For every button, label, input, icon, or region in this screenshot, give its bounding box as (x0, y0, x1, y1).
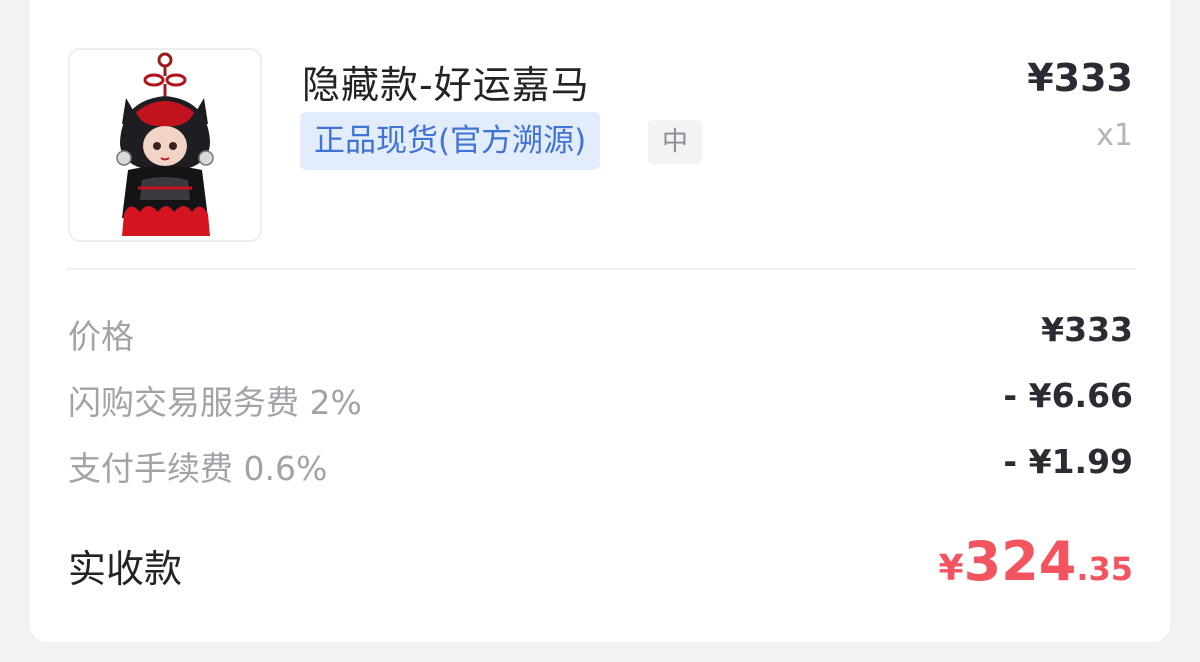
price-value: ¥333 (1041, 310, 1133, 349)
payment-fee-label: 支付手续费 0.6% (68, 449, 328, 488)
service-fee-value: - ¥6.66 (1003, 376, 1133, 415)
service-fee-label: 闪购交易服务费 2% (68, 383, 362, 422)
payment-fee-value: - ¥1.99 (1003, 442, 1133, 481)
price-label: 价格 (68, 317, 134, 356)
size-tag: 中 (648, 120, 702, 164)
order-summary-card: 隐藏款-好运嘉马 正品现货(官方溯源) 中 ¥333 x1 价格 ¥333 闪购… (30, 0, 1170, 642)
figurine-image (116, 52, 214, 236)
unit-price: ¥333 (1027, 56, 1133, 100)
net-decimal: .35 (1076, 550, 1133, 588)
divider (66, 268, 1136, 270)
product-title: 隐藏款-好运嘉马 (302, 63, 590, 107)
net-integer: 324 (963, 530, 1077, 593)
net-received-amount: ¥324.35 (939, 535, 1133, 589)
net-received-label: 实收款 (68, 547, 183, 591)
authentic-tag: 正品现货(官方溯源) (300, 112, 601, 170)
product-image[interactable] (68, 48, 262, 242)
net-currency: ¥ (938, 548, 964, 589)
quantity: x1 (1096, 118, 1133, 153)
